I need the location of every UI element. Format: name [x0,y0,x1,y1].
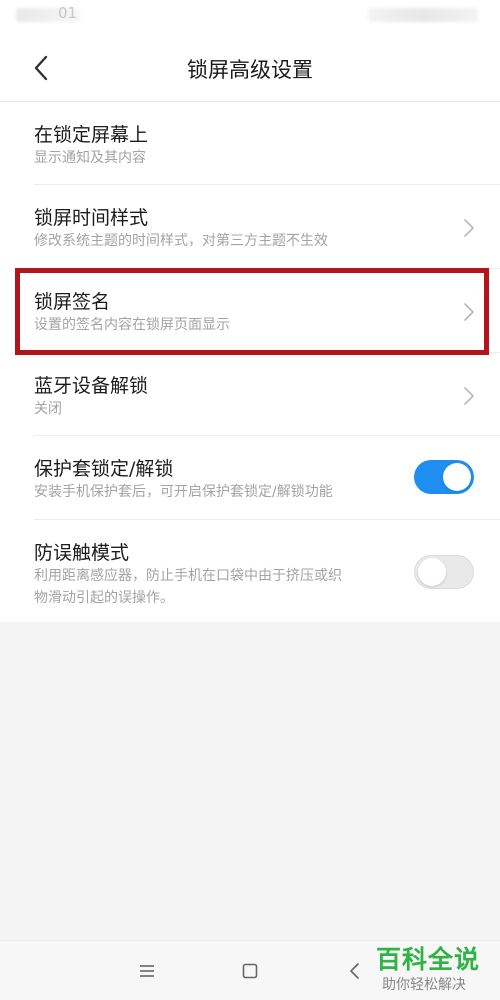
watermark-logo: 百科全说 [376,945,481,974]
accidental-touch-toggle[interactable] [414,555,474,589]
app-header: 锁屏高级设置 [0,34,500,102]
chevron-right-icon [464,219,474,237]
setting-subtitle-line2: 物滑动引起的误操作。 [34,590,174,606]
setting-subtitle-line1: 利用距离感应器，防止手机在口袋中由于挤压或织 [34,568,342,584]
toggle-knob [443,463,471,491]
chevron-right-icon [464,387,474,405]
status-time: 01 [58,4,78,22]
home-icon[interactable] [240,961,260,981]
setting-title: 在锁定屏幕上 [34,124,149,146]
setting-subtitle: 修改系统主题的时间样式，对第三方主题不生效 [34,233,328,249]
setting-title: 蓝牙设备解锁 [34,375,149,397]
setting-row-bluetooth-unlock[interactable]: 蓝牙设备解锁 关闭 [0,353,500,436]
toggle-knob [418,558,446,586]
page-title: 锁屏高级设置 [187,58,313,82]
setting-subtitle: 设置的签名内容在锁屏页面显示 [34,317,230,333]
setting-row-lock-time-style[interactable]: 锁屏时间样式 修改系统主题的时间样式，对第三方主题不生效 [0,185,500,269]
setting-title: 防误触模式 [34,542,130,564]
setting-title: 保护套锁定/解锁 [34,458,174,480]
setting-subtitle: 安装手机保护套后，可开启保护套锁定/解锁功能 [34,484,333,500]
back-icon[interactable] [345,961,365,981]
setting-title: 锁屏签名 [34,291,111,313]
watermark-tagline: 助你轻松解决 [382,977,466,993]
setting-subtitle: 关闭 [34,401,62,417]
watermark: 百科全说 助你轻松解决 [368,940,492,998]
setting-row-lock-screen-notifications[interactable]: 在锁定屏幕上 显示通知及其内容 [0,102,500,185]
setting-row-lock-signature[interactable]: 锁屏签名 设置的签名内容在锁屏页面显示 [0,269,500,353]
chevron-right-icon [464,303,474,321]
setting-row-case-lock[interactable]: 保护套锁定/解锁 安装手机保护套后，可开启保护套锁定/解锁功能 [0,436,500,520]
setting-subtitle: 显示通知及其内容 [34,150,146,166]
case-lock-toggle[interactable] [414,460,474,494]
menu-icon[interactable] [137,961,157,981]
setting-title: 锁屏时间样式 [34,207,149,229]
status-bar: 01 [0,0,500,34]
setting-row-accidental-touch[interactable]: 防误触模式 利用距离感应器，防止手机在口袋中由于挤压或织 物滑动引起的误操作。 [0,520,500,622]
status-icons-blurred [368,8,478,22]
settings-list: 在锁定屏幕上 显示通知及其内容 锁屏时间样式 修改系统主题的时间样式，对第三方主… [0,102,500,622]
